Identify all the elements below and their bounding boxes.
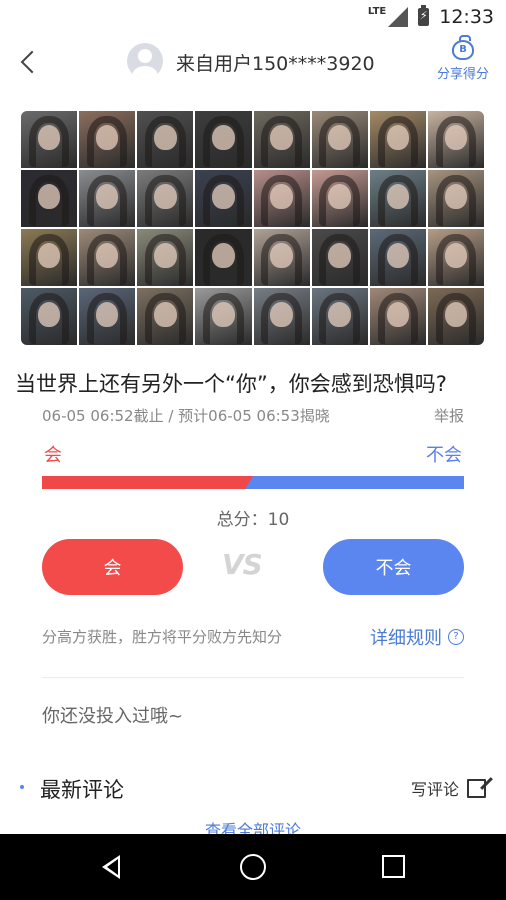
section-dot — [20, 785, 24, 789]
status-bar: LTE 12:33 — [0, 0, 506, 34]
top-app-bar: 来自用户150****3920 B 分享得分 — [0, 34, 506, 90]
photo-thumbnail — [21, 288, 78, 345]
photo-grid[interactable] — [21, 111, 484, 345]
photo-thumbnail — [311, 111, 368, 168]
photo-thumbnail — [253, 111, 310, 168]
view-all-comments-link[interactable]: 查看全部评论 — [0, 820, 506, 834]
deadline-text: 06-05 06:52截止 / 预计06-05 06:53揭晓 — [42, 407, 330, 425]
vote-progress-bar — [42, 476, 464, 489]
total-score: 总分：10 — [216, 510, 290, 530]
photo-thumbnail — [253, 288, 310, 345]
nav-back-icon[interactable] — [102, 855, 120, 879]
question-title: 当世界上还有另外一个“你”，你会感到恐惧吗? — [15, 372, 447, 396]
latest-comments-title: 最新评论 — [40, 778, 124, 802]
photo-thumbnail — [21, 229, 78, 286]
not-voted-text: 你还没投入过哦~ — [42, 706, 184, 727]
vote-yes-button[interactable]: 会 — [42, 539, 183, 595]
battery-charging-icon — [418, 5, 430, 26]
photo-thumbnail — [369, 111, 426, 168]
money-bag-icon: B — [452, 35, 474, 60]
photo-thumbnail — [137, 229, 194, 286]
photo-thumbnail — [137, 288, 194, 345]
photo-thumbnail — [79, 229, 136, 286]
option-b-label: 不会 — [426, 445, 462, 466]
write-comment-label: 写评论 — [410, 780, 459, 799]
photo-thumbnail — [137, 111, 194, 168]
photo-thumbnail — [137, 170, 194, 227]
detailed-rules-label: 详细规则 — [370, 628, 442, 649]
report-link[interactable]: 举报 — [434, 405, 464, 426]
vs-logo: VS — [222, 548, 263, 581]
share-score-label: 分享得分 — [436, 67, 489, 82]
photo-thumbnail — [253, 229, 310, 286]
photo-thumbnail — [311, 229, 368, 286]
photo-thumbnail — [369, 170, 426, 227]
photo-thumbnail — [369, 229, 426, 286]
avatar[interactable] — [127, 43, 163, 79]
vote-no-button[interactable]: 不会 — [323, 539, 464, 595]
photo-thumbnail — [427, 229, 484, 286]
divider — [42, 677, 464, 678]
back-arrow-icon[interactable] — [14, 44, 44, 80]
photo-thumbnail — [79, 111, 136, 168]
signal-icon — [388, 7, 409, 27]
vote-progress-a — [42, 476, 253, 489]
photo-thumbnail — [195, 111, 252, 168]
share-score-button[interactable]: B 分享得分 — [432, 35, 494, 86]
photo-thumbnail — [311, 170, 368, 227]
write-comment-button[interactable]: 写评论 — [411, 776, 486, 800]
photo-thumbnail — [79, 288, 136, 345]
help-icon: ? — [448, 629, 464, 645]
photo-thumbnail — [427, 170, 484, 227]
network-type-label: LTE — [367, 5, 387, 17]
system-nav-bar — [0, 834, 506, 900]
photo-thumbnail — [21, 111, 78, 168]
rules-text: 分高方获胜，胜方将平分败方先知分 — [42, 628, 283, 646]
photo-thumbnail — [311, 288, 368, 345]
edit-icon — [467, 778, 486, 798]
photo-thumbnail — [195, 229, 252, 286]
detailed-rules-link[interactable]: 详细规则 ? — [370, 624, 464, 650]
nav-home-icon[interactable] — [240, 854, 266, 880]
photo-thumbnail — [427, 111, 484, 168]
photo-thumbnail — [195, 170, 252, 227]
photo-thumbnail — [369, 288, 426, 345]
clock: 12:33 — [439, 6, 494, 28]
photo-thumbnail — [21, 170, 78, 227]
user-title: 来自用户150****3920 — [176, 53, 375, 75]
photo-thumbnail — [195, 288, 252, 345]
photo-thumbnail — [427, 288, 484, 345]
option-a-label: 会 — [44, 445, 62, 466]
photo-thumbnail — [79, 170, 136, 227]
nav-recents-icon[interactable] — [382, 855, 405, 878]
photo-thumbnail — [253, 170, 310, 227]
